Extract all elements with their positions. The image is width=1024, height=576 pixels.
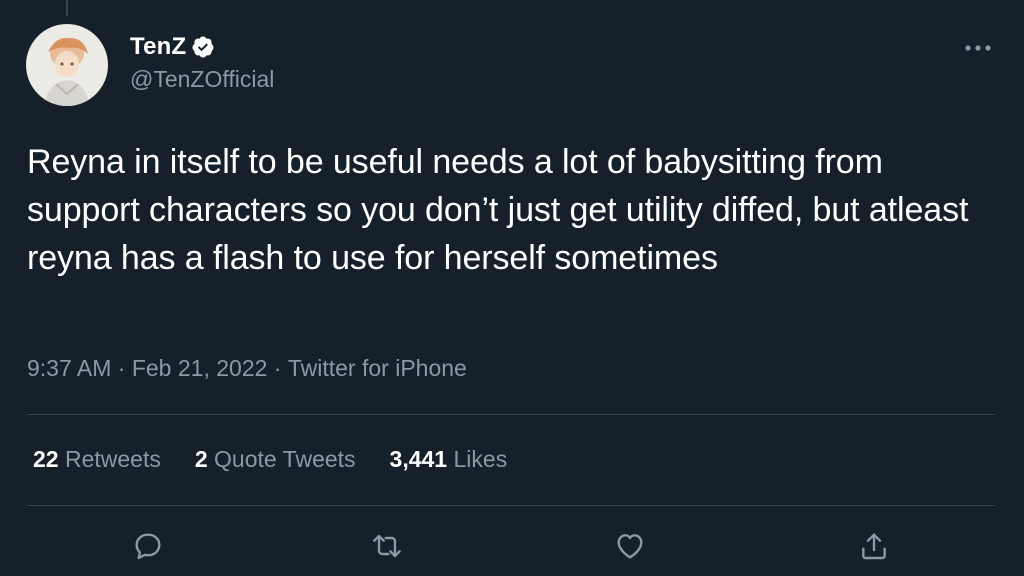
quote-tweets-count: 2 bbox=[194, 446, 208, 472]
retweet-button[interactable] bbox=[369, 528, 405, 564]
quote-tweets-stat[interactable]: 2 Quote Tweets bbox=[195, 446, 356, 473]
likes-count: 3,441 bbox=[389, 446, 448, 472]
avatar[interactable] bbox=[26, 24, 108, 106]
reply-button[interactable] bbox=[130, 528, 166, 564]
tweet-time[interactable]: 9:37 AM bbox=[27, 355, 111, 382]
tweet-date[interactable]: Feb 21, 2022 bbox=[132, 355, 268, 382]
tweet-detail-view: TenZ @TenZOfficial Reyna in itself to be… bbox=[0, 0, 1024, 576]
tweet-metadata: 9:37 AM · Feb 21, 2022 · Twitter for iPh… bbox=[27, 355, 467, 382]
author-handle[interactable]: @TenZOfficial bbox=[130, 66, 274, 93]
tweet-text: Reyna in itself to be useful needs a lot… bbox=[27, 143, 969, 277]
likes-stat[interactable]: 3,441 Likes bbox=[390, 446, 508, 473]
share-button[interactable] bbox=[856, 528, 892, 564]
like-icon bbox=[617, 534, 643, 559]
author-name-row[interactable]: TenZ bbox=[130, 32, 215, 62]
thread-connector-line bbox=[66, 0, 68, 16]
retweet-icon bbox=[373, 534, 401, 558]
retweets-label: Retweets bbox=[64, 446, 161, 472]
meta-separator: · bbox=[111, 355, 132, 381]
ellipsis-icon bbox=[965, 45, 991, 51]
engagement-stats: 22 Retweets 2 Quote Tweets 3,441 Likes bbox=[33, 446, 507, 473]
tweet-source[interactable]: Twitter for iPhone bbox=[288, 355, 467, 382]
retweets-stat[interactable]: 22 Retweets bbox=[33, 446, 161, 473]
avatar-illustration bbox=[26, 24, 108, 106]
likes-label: Likes bbox=[453, 446, 508, 472]
meta-separator: · bbox=[267, 355, 288, 381]
more-options-button[interactable] bbox=[958, 34, 998, 62]
reply-icon bbox=[135, 533, 161, 560]
like-button[interactable] bbox=[612, 528, 648, 564]
verified-badge-icon bbox=[191, 35, 215, 59]
quote-tweets-label: Quote Tweets bbox=[214, 446, 356, 472]
author-name[interactable]: TenZ bbox=[130, 33, 186, 61]
retweets-count: 22 bbox=[33, 446, 59, 472]
share-icon bbox=[862, 533, 886, 560]
divider bbox=[27, 414, 995, 415]
divider bbox=[27, 505, 995, 506]
